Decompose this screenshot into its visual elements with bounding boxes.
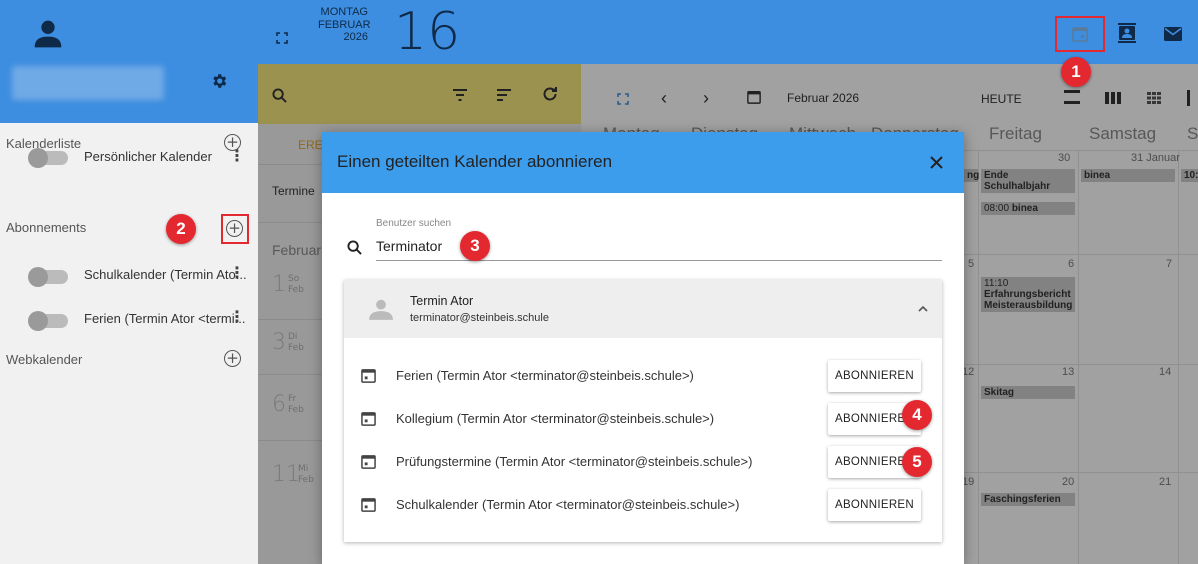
calendar-icon	[361, 411, 376, 426]
callout-2: 2	[166, 214, 196, 244]
add-webcal-button[interactable]: +	[224, 350, 241, 367]
webcal-label: Webkalender	[6, 352, 83, 367]
subscription-item-holidays[interactable]: Ferien (Termin Ator <termi...	[84, 311, 245, 326]
calendar-app-icon[interactable]	[1072, 26, 1088, 42]
calendar-row: Schulkalender (Termin Ator <terminator@s…	[344, 487, 942, 523]
user-avatar-icon	[368, 296, 394, 322]
search-underline	[376, 260, 942, 261]
calendar-name: Schulkalender (Termin Ator <terminator@s…	[396, 497, 740, 512]
user-result-card: Termin Ator terminator@steinbeis.schule …	[344, 280, 942, 542]
subscription-toggle-school[interactable]	[28, 267, 68, 287]
subscription-school-menu-icon[interactable]: ⋮	[229, 265, 245, 281]
subscriptions-label: Abonnements	[6, 220, 87, 235]
callout-3: 3	[460, 231, 490, 261]
search-icon	[347, 240, 362, 255]
weekday-label: MONTAG	[320, 6, 368, 18]
contacts-app-icon[interactable]	[1118, 23, 1136, 43]
calendar-icon	[361, 454, 376, 469]
personal-calendar-label[interactable]: Persönlicher Kalender	[84, 149, 212, 164]
user-avatar-icon[interactable]	[32, 18, 64, 50]
user-result-header[interactable]: Termin Ator terminator@steinbeis.schule	[344, 280, 942, 338]
dialog-title: Einen geteilten Kalender abonnieren	[337, 152, 613, 171]
collapse-chevron-icon[interactable]	[918, 305, 928, 312]
user-name-blurred	[12, 66, 164, 100]
close-icon[interactable]	[930, 156, 943, 169]
calendar-icon	[361, 368, 376, 383]
personal-calendar-menu-icon[interactable]: ⋮	[229, 148, 245, 164]
subscription-holidays-menu-icon[interactable]: ⋮	[229, 309, 245, 325]
current-date-text: MONTAG FEBRUAR 2026	[318, 6, 371, 44]
dialog-header: Einen geteilten Kalender abonnieren	[322, 132, 964, 193]
personal-calendar-toggle[interactable]	[28, 148, 68, 168]
fullscreen-icon[interactable]	[276, 32, 288, 44]
subscription-item-school[interactable]: Schulkalender (Termin Ato...	[84, 267, 247, 282]
subscribe-button[interactable]: ABONNIEREN	[828, 489, 921, 521]
subscribe-dialog: Einen geteilten Kalender abonnieren Benu…	[322, 132, 964, 564]
sidebar-header	[0, 0, 258, 123]
user-email: terminator@steinbeis.schule	[410, 312, 549, 324]
callout-5: 5	[902, 447, 932, 477]
calendar-row: Kollegium (Termin Ator <terminator@stein…	[344, 401, 942, 437]
callout-4: 4	[902, 400, 932, 430]
calendar-name: Ferien (Termin Ator <terminator@steinbei…	[396, 368, 694, 383]
search-field-label: Benutzer suchen	[376, 218, 452, 229]
user-name: Termin Ator	[410, 294, 474, 308]
sidebar: Kalenderliste + Persönlicher Kalender ⋮ …	[0, 0, 258, 564]
day-number: 16	[394, 2, 461, 62]
calendar-name: Kollegium (Termin Ator <terminator@stein…	[396, 411, 715, 426]
subscribe-button[interactable]: ABONNIEREN	[828, 360, 921, 392]
top-bar: MONTAG FEBRUAR 2026 16	[258, 0, 1198, 64]
user-search-input[interactable]: Terminator	[376, 238, 442, 254]
settings-gear-icon[interactable]	[210, 72, 228, 90]
calendar-row: Prüfungstermine (Termin Ator <terminator…	[344, 444, 942, 480]
callout-1: 1	[1061, 57, 1091, 87]
calendar-name: Prüfungstermine (Termin Ator <terminator…	[396, 454, 753, 469]
subscription-toggle-holidays[interactable]	[28, 311, 68, 331]
mail-app-icon[interactable]	[1164, 27, 1182, 41]
month-label: FEBRUAR	[318, 18, 371, 31]
add-subscription-button[interactable]: +	[226, 220, 243, 237]
year-label: 2026	[343, 31, 368, 43]
calendar-icon	[361, 497, 376, 512]
calendar-row: Ferien (Termin Ator <terminator@steinbei…	[344, 358, 942, 394]
